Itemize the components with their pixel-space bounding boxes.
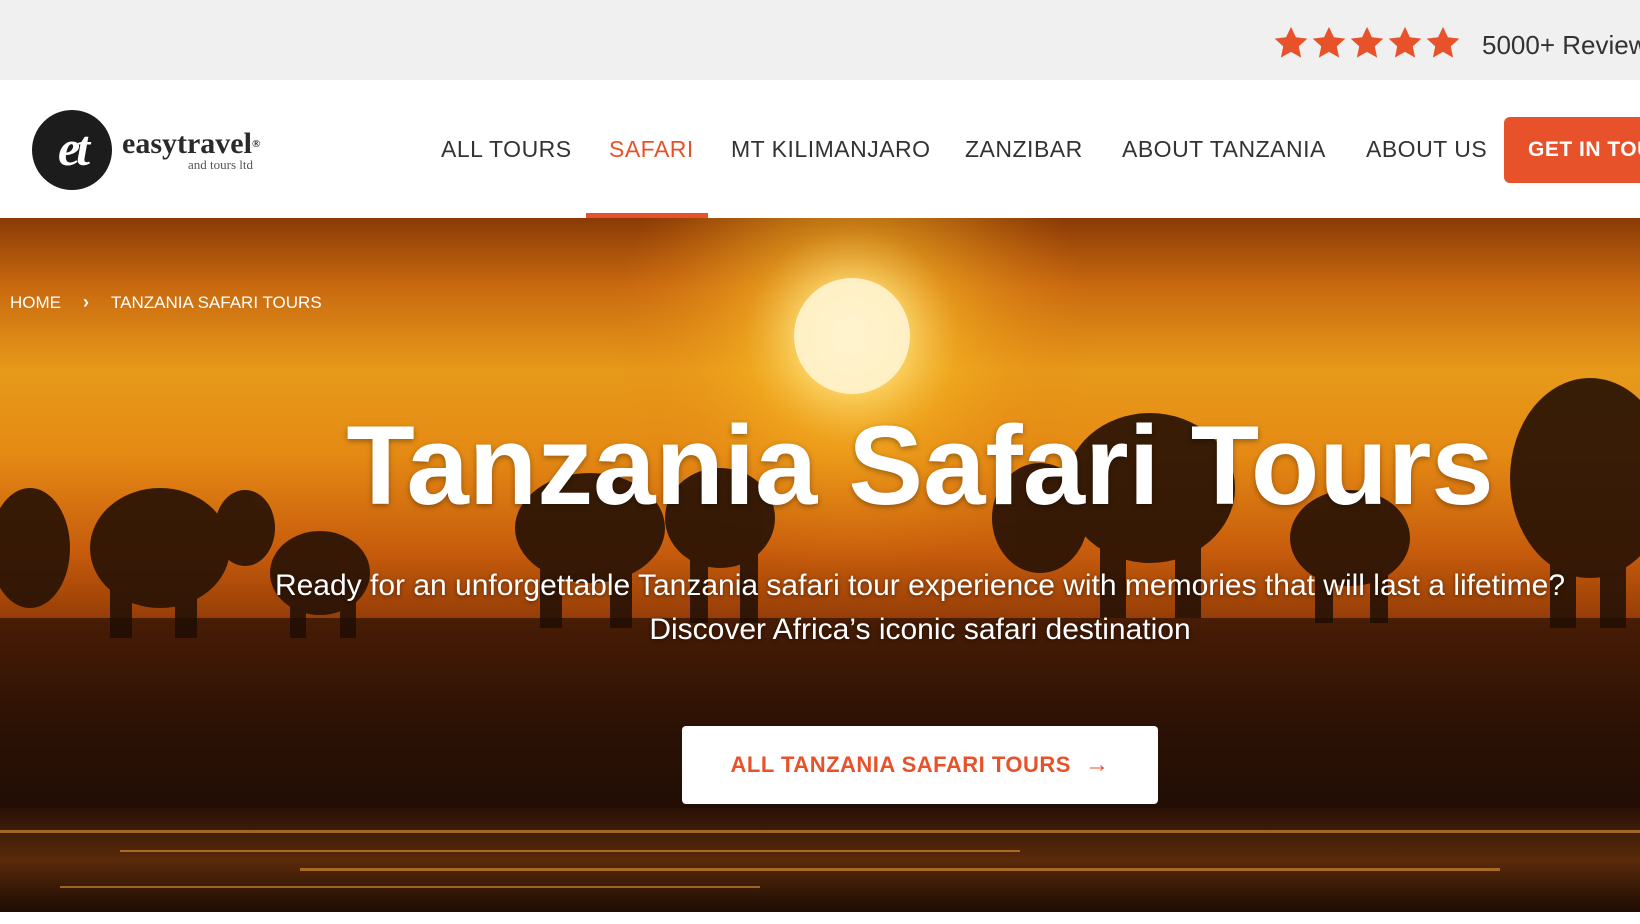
hero-subtitle-line-2: Discover Africa’s iconic safari destinat… xyxy=(649,613,1191,646)
star-icon xyxy=(1310,24,1348,62)
page-title: Tanzania Safari Tours xyxy=(346,403,1494,528)
reviews-link[interactable]: 5000+ Reviews xyxy=(1482,28,1640,62)
page-bottom-strip xyxy=(0,912,1640,924)
nav-item-about-tanzania[interactable]: ABOUT TANZANIA xyxy=(1122,132,1326,166)
hero-subtitle: Ready for an unforgettable Tanzania safa… xyxy=(120,564,1640,652)
nav-item-about-us[interactable]: ABOUT US xyxy=(1366,132,1487,166)
nav-item-mt-kilimanjaro[interactable]: MT KILIMANJARO xyxy=(731,132,931,166)
star-icon xyxy=(1348,24,1386,62)
rating-stars xyxy=(1272,24,1462,64)
breadcrumb-current: TANZANIA SAFARI TOURS xyxy=(111,292,322,312)
chevron-right-icon: › xyxy=(83,292,89,312)
site-header: et easytravel® and tours ltd ALL TOURS S… xyxy=(0,80,1640,218)
hero-subtitle-line-1: Ready for an unforgettable Tanzania safa… xyxy=(274,569,1566,602)
star-icon xyxy=(1424,24,1462,62)
nav-item-safari[interactable]: SAFARI xyxy=(609,132,694,166)
breadcrumb-home[interactable]: HOME xyxy=(10,293,61,313)
star-icon xyxy=(1272,24,1310,62)
nav-item-all-tours[interactable]: ALL TOURS xyxy=(441,132,572,166)
breadcrumb: HOME › TANZANIA SAFARI TOURS xyxy=(10,292,322,313)
all-safari-tours-button[interactable]: ALL TANZANIA SAFARI TOURS → xyxy=(682,726,1158,804)
get-in-touch-button[interactable]: GET IN TOUCH xyxy=(1504,117,1640,183)
main-nav: ALL TOURS SAFARI MT KILIMANJARO ZANZIBAR… xyxy=(0,80,1640,218)
star-icon xyxy=(1386,24,1424,62)
all-safari-tours-button-label: ALL TANZANIA SAFARI TOURS xyxy=(730,752,1071,777)
top-bar: 5000+ Reviews xyxy=(0,0,1640,80)
hero-banner: HOME › TANZANIA SAFARI TOURS Tanzania Sa… xyxy=(0,218,1640,912)
arrow-right-icon: → xyxy=(1084,751,1110,778)
nav-item-zanzibar[interactable]: ZANZIBAR xyxy=(965,132,1083,166)
